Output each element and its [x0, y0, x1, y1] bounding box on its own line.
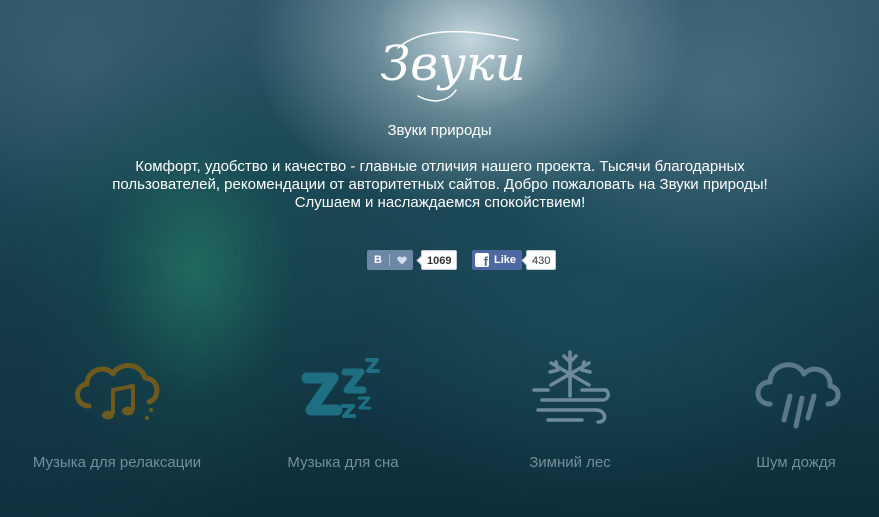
sleep-zzz-icon — [301, 358, 380, 418]
intro-text: Комфорт, удобство и качество - главные о… — [95, 158, 785, 212]
vk-label: В — [374, 254, 382, 266]
snow-wind-icon — [532, 350, 610, 424]
facebook-like-count: 430 — [526, 250, 557, 270]
category-sleep[interactable]: Музыка для сна — [233, 340, 453, 471]
social-buttons: В 1069 f Like 430 — [0, 250, 879, 270]
category-list: Музыка для релаксации Музыка для сна Зим… — [0, 340, 879, 480]
intro-line: пользователей, рекомендации от авторитет… — [112, 176, 768, 193]
category-label: Музыка для сна — [287, 454, 399, 471]
vk-like-button[interactable]: В — [367, 250, 413, 270]
rain-cloud-icon — [755, 362, 841, 429]
category-label: Шум дождя — [756, 454, 836, 471]
intro-line: Комфорт, удобство и качество - главные о… — [135, 158, 745, 175]
category-winter-forest[interactable]: Зимний лес — [460, 340, 680, 471]
facebook-icon: f — [475, 253, 489, 267]
facebook-like-label: Like — [494, 254, 517, 266]
facebook-like-button[interactable]: f Like — [472, 250, 522, 270]
category-relax[interactable]: Музыка для релаксации — [7, 340, 227, 471]
script-logo-icon: Звуки — [380, 30, 526, 102]
category-label: Музыка для релаксации — [32, 454, 202, 471]
heart-icon — [390, 256, 413, 265]
site-title: Звуки природы — [387, 122, 492, 139]
category-rain[interactable]: Шум дождя — [686, 340, 879, 471]
intro-line: Слушаем и наслаждаемся спокойствием! — [294, 194, 586, 211]
vk-like-count: 1069 — [421, 250, 458, 270]
category-label: Зимний лес — [529, 454, 611, 471]
site-logo[interactable]: Звуки — [378, 18, 528, 108]
cloud-music-icon — [75, 363, 160, 420]
